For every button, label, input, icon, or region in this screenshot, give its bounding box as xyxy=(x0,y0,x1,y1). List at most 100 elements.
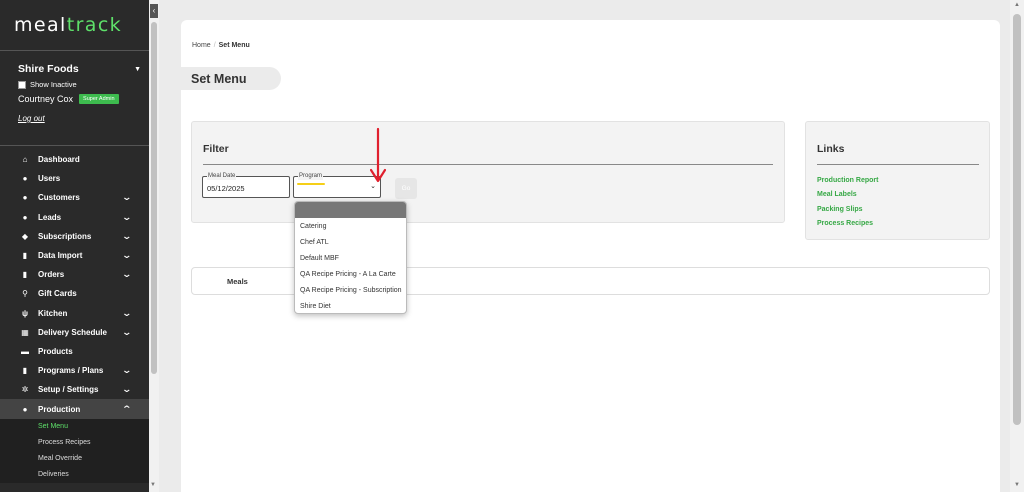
links-card: Links Production Report Meal Labels Pack… xyxy=(805,121,990,240)
bag-icon: ▮ xyxy=(22,270,28,280)
breadcrumb-current: Set Menu xyxy=(218,42,250,49)
chevron-down-icon[interactable]: ⌄ xyxy=(122,365,133,376)
sidebar: meal track Shire Foods ▼ Show Inactive Co… xyxy=(0,0,149,492)
program-option-empty-selected[interactable] xyxy=(295,202,406,218)
production-subnav: Set Menu Process Recipes Meal Override Deli… xyxy=(0,418,149,483)
sidebar-item-label: Production xyxy=(38,404,81,414)
org-name: Shire Foods xyxy=(18,63,79,75)
users-icon: ● xyxy=(22,193,28,203)
sidebar-item-label: Kitchen xyxy=(38,308,68,318)
sidebar-nav: ⌂ Dashboard ● Users ● Customers ⌄ ● Leads ⌄ ◆ Subsc… xyxy=(0,150,149,419)
box-icon: ▬ xyxy=(21,346,29,356)
sidebar-divider xyxy=(0,145,149,146)
link-production-report[interactable]: Production Report xyxy=(817,177,878,184)
file-icon: ▮ xyxy=(22,251,28,261)
sidebar-scrollbar-thumb[interactable] xyxy=(151,22,157,374)
sidebar-item-delivery-schedule[interactable]: ▦ Delivery Schedule ⌄ xyxy=(0,323,149,342)
chevron-down-icon[interactable]: ⌄ xyxy=(122,269,133,280)
program-option[interactable]: Chef ATL xyxy=(295,234,406,250)
sidebar-item-orders[interactable]: ▮ Orders ⌄ xyxy=(0,265,149,284)
home-icon: ⌂ xyxy=(22,155,28,165)
sidebar-item-products[interactable]: ▬ Products xyxy=(0,342,149,361)
link-process-recipes[interactable]: Process Recipes xyxy=(817,220,873,227)
logout-link[interactable]: Log out xyxy=(18,114,141,123)
current-user: Courtney Cox Super Admin xyxy=(18,94,141,104)
page-title: Set Menu xyxy=(181,67,281,90)
tab-meals[interactable]: Meals xyxy=(227,277,248,286)
program-option[interactable]: Shire Diet xyxy=(295,298,406,313)
chevron-down-icon[interactable]: ⌄ xyxy=(122,308,133,319)
program-dropdown-list: Catering Chef ATL Default MBF QA Recipe Pri… xyxy=(294,201,407,314)
breadcrumb-home[interactable]: Home xyxy=(192,42,211,49)
program-select[interactable]: Program ⌄ xyxy=(293,172,381,198)
logo-track-text: track xyxy=(66,14,123,36)
sidebar-item-kitchen[interactable]: ψ Kitchen ⌄ xyxy=(0,304,149,323)
chevron-down-icon[interactable]: ⌄ xyxy=(122,250,133,261)
meal-date-field[interactable]: Meal Date 05/12/2025 xyxy=(202,172,290,198)
links-title: Links xyxy=(817,143,845,155)
org-selector[interactable]: Shire Foods ▼ xyxy=(18,63,141,75)
sidebar-item-label: Setup / Settings xyxy=(38,385,99,395)
sidebar-item-users[interactable]: ● Users xyxy=(0,169,149,188)
sidebar-item-customers[interactable]: ● Customers ⌄ xyxy=(0,188,149,207)
program-option[interactable]: Default MBF xyxy=(295,250,406,266)
sidebar-item-leads[interactable]: ● Leads ⌄ xyxy=(0,208,149,227)
show-inactive-checkbox[interactable] xyxy=(18,80,26,89)
mealtrack-logo[interactable]: meal track xyxy=(0,0,149,50)
subnav-item-deliveries[interactable]: Deliveries xyxy=(0,467,149,483)
info-icon: ● xyxy=(22,212,28,222)
sidebar-item-setup-settings[interactable]: ✲ Setup / Settings ⌄ xyxy=(0,380,149,399)
caret-down-icon[interactable]: ▼ xyxy=(134,66,141,73)
link-packing-slips[interactable]: Packing Slips xyxy=(817,206,863,213)
role-badge: Super Admin xyxy=(79,94,119,104)
breadcrumb: Home / Set Menu xyxy=(192,42,250,49)
org-panel: Shire Foods ▼ Show Inactive Courtney Cox… xyxy=(0,51,149,145)
scroll-down-icon[interactable]: ▼ xyxy=(150,482,156,488)
program-option[interactable]: QA Recipe Pricing - A La Carte xyxy=(295,266,406,282)
chevron-down-icon[interactable]: ⌄ xyxy=(122,212,133,223)
annotation-arrow-icon xyxy=(370,127,386,183)
user-icon: ● xyxy=(22,174,28,184)
collapse-sidebar-icon[interactable]: ‹ xyxy=(150,4,158,18)
wrench-icon: ⚲ xyxy=(22,289,28,299)
sidebar-item-programs-plans[interactable]: ▮ Programs / Plans ⌄ xyxy=(0,361,149,380)
sidebar-item-label: Programs / Plans xyxy=(38,366,104,376)
program-option[interactable]: QA Recipe Pricing - Subscription xyxy=(295,282,406,298)
sidebar-item-label: Delivery Schedule xyxy=(38,327,107,337)
sidebar-item-label: Orders xyxy=(38,270,65,280)
links-divider xyxy=(817,164,979,165)
page-scrollbar-thumb[interactable] xyxy=(1013,14,1021,425)
chevron-down-icon[interactable]: ⌄ xyxy=(122,192,133,203)
meal-date-label: Meal Date xyxy=(207,172,237,180)
chevron-down-icon[interactable]: ⌄ xyxy=(122,327,133,338)
scroll-up-icon[interactable]: ▲ xyxy=(1014,2,1020,8)
go-button[interactable]: Go xyxy=(395,178,417,199)
show-inactive-toggle[interactable]: Show Inactive xyxy=(18,80,141,89)
chevron-up-icon[interactable]: ⌃ xyxy=(122,404,133,415)
scroll-down-icon[interactable]: ▼ xyxy=(1014,482,1020,488)
chevron-down-icon[interactable]: ⌄ xyxy=(122,384,133,395)
utensils-icon: ψ xyxy=(21,308,29,318)
subnav-item-process-recipes[interactable]: Process Recipes xyxy=(0,435,149,451)
sidebar-item-data-import[interactable]: ▮ Data Import ⌄ xyxy=(0,246,149,265)
sidebar-item-label: Gift Cards xyxy=(38,289,77,299)
sidebar-item-gift-cards[interactable]: ⚲ Gift Cards xyxy=(0,284,149,303)
sidebar-item-production[interactable]: ● Production ⌃ xyxy=(0,399,149,419)
breadcrumb-separator: / xyxy=(213,42,216,49)
chevron-down-icon[interactable]: ⌄ xyxy=(122,231,133,242)
filter-title: Filter xyxy=(203,143,229,155)
sidebar-item-label: Dashboard xyxy=(38,155,80,165)
sidebar-item-subscriptions[interactable]: ◆ Subscriptions ⌄ xyxy=(0,227,149,246)
program-option[interactable]: Catering xyxy=(295,218,406,234)
layers-icon: ◆ xyxy=(21,231,29,241)
link-meal-labels[interactable]: Meal Labels xyxy=(817,191,857,198)
subnav-item-meal-override[interactable]: Meal Override xyxy=(0,451,149,467)
subnav-item-set-menu[interactable]: Set Menu xyxy=(0,419,149,435)
logo-meal-text: meal xyxy=(14,14,67,36)
sidebar-item-dashboard[interactable]: ⌂ Dashboard xyxy=(0,150,149,169)
user-name: Courtney Cox xyxy=(18,94,74,104)
meal-date-value: 05/12/2025 xyxy=(207,184,245,193)
sidebar-item-label: Leads xyxy=(38,212,62,222)
show-inactive-label: Show Inactive xyxy=(30,80,77,89)
user-icon: ● xyxy=(22,404,28,414)
